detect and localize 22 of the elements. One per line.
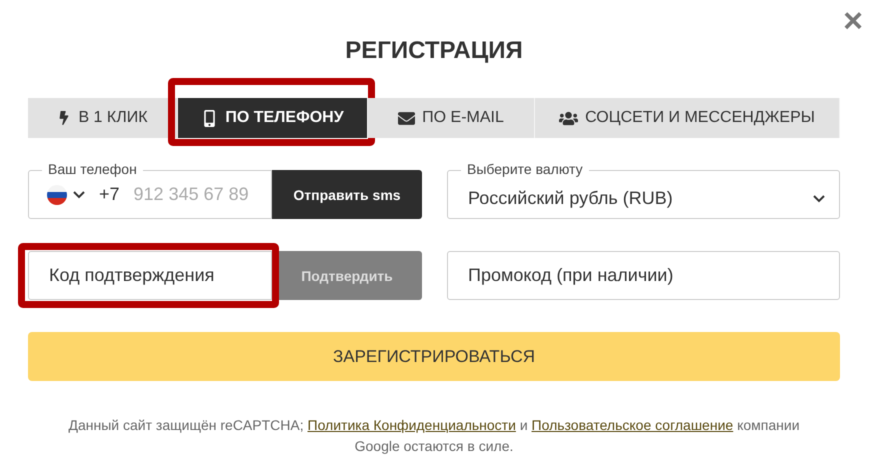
code-input[interactable]: Код подтверждения: [28, 251, 272, 300]
select-value: Российский рубль (RUB): [468, 188, 673, 209]
field-label: Ваш телефон: [42, 161, 143, 178]
lightning-icon: [57, 111, 72, 125]
close-button[interactable]: ×: [843, 4, 863, 38]
phone-input[interactable]: 912 345 67 89: [132, 183, 253, 206]
recaptcha-notice: Данный сайт защищён reCAPTCHA; Политика Конфиденциальности и Пользовательское соглашение компании Google остаются в силе.: [67, 416, 801, 456]
register-button[interactable]: ЗАРЕГИСТРИРОВАТЬСЯ: [28, 332, 840, 381]
privacy-policy-link[interactable]: Политика Конфиденциальности: [308, 417, 516, 433]
tab[interactable]: В 1 КЛИК: [28, 98, 178, 138]
chevron-down-icon: [813, 194, 825, 202]
promo-code-input[interactable]: Промокод (при наличии): [447, 251, 840, 300]
country-code: +7: [99, 184, 120, 205]
envelope-icon: [398, 110, 416, 126]
tab[interactable]: ПО E-MAIL: [368, 98, 535, 138]
tab[interactable]: ПО ТЕЛЕФОНУ: [178, 98, 368, 138]
send-sms-button[interactable]: Отправить sms: [272, 170, 422, 219]
field-label: Выберите валюту: [461, 161, 589, 178]
chevron-down-icon: [73, 190, 85, 198]
dialog-title: РЕГИСТРАЦИЯ: [344, 36, 524, 61]
user-agreement-link[interactable]: Пользовательское соглашение: [532, 417, 734, 433]
flag-icon: [47, 184, 67, 204]
